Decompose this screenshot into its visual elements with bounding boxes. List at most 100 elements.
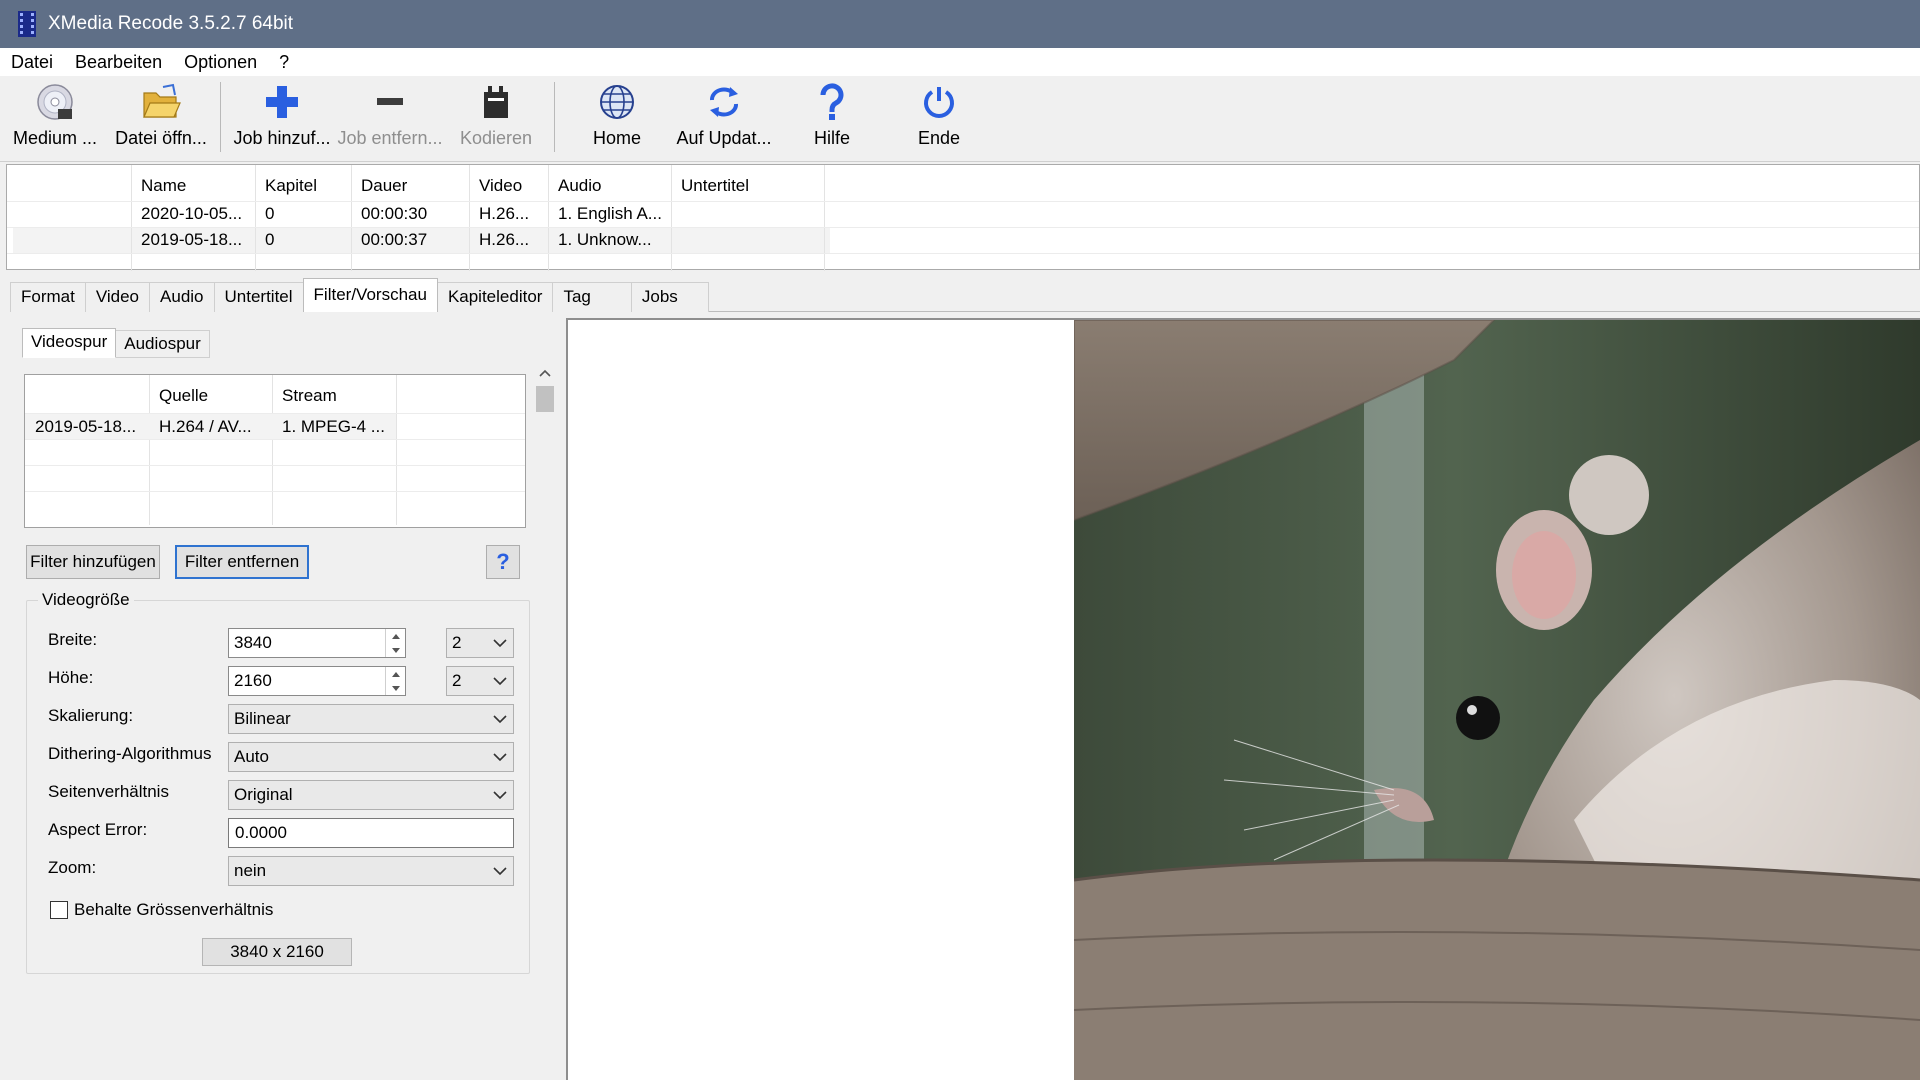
job-row-2-dauer: 00:00:37 <box>361 230 428 249</box>
tab-audio[interactable]: Audio <box>149 282 215 312</box>
add-filter-button[interactable]: Filter hinzufügen <box>26 545 160 579</box>
spin-down-icon[interactable] <box>386 681 405 695</box>
remove-filter-button[interactable]: Filter entfernen <box>175 545 309 579</box>
toolbar-separator <box>220 82 221 152</box>
tab-videospur[interactable]: Videospur <box>22 328 117 358</box>
aspect-error-value: 0.0000 <box>235 823 287 842</box>
filter-help-button[interactable]: ? <box>486 545 520 579</box>
question-icon: ? <box>496 549 510 574</box>
scroll-thumb[interactable] <box>536 386 554 412</box>
tab-kapiteleditor[interactable]: Kapiteleditor <box>436 282 554 312</box>
height-label: Höhe: <box>48 668 94 687</box>
keep-ratio-label: Behalte Grössenverhältnis <box>74 900 274 919</box>
height-spinner[interactable]: 2160 <box>228 666 406 696</box>
chevron-down-icon <box>493 715 507 724</box>
aspect-ratio-select[interactable]: Original <box>228 780 514 810</box>
stream-list[interactable]: Quelle Stream 2019-05-18... H.264 / AV..… <box>24 374 526 528</box>
exit-button[interactable]: Ende <box>886 82 992 158</box>
stream-row-name[interactable]: 2019-05-18... <box>27 414 149 440</box>
chevron-down-icon <box>493 753 507 762</box>
video-preview-image <box>1074 320 1920 1080</box>
height-divisor-value: 2 <box>452 671 462 690</box>
height-divisor-select[interactable]: 2 <box>446 666 514 696</box>
keep-ratio-checkbox[interactable] <box>50 901 68 919</box>
height-value: 2160 <box>234 671 272 690</box>
menu-bearbeiten[interactable]: Bearbeiten <box>64 52 173 73</box>
width-divisor-select[interactable]: 2 <box>446 628 514 658</box>
dithering-value: Auto <box>234 747 269 766</box>
job-row-1-dauer: 00:00:30 <box>361 204 428 223</box>
medium-label: Medium ... <box>12 128 98 148</box>
aspect-error-field[interactable]: 0.0000 <box>228 818 514 848</box>
col-dauer[interactable]: Dauer <box>353 173 407 199</box>
medium-button[interactable]: Medium ... <box>2 82 108 158</box>
col-untertitel[interactable]: Untertitel <box>673 173 749 199</box>
tab-untertitel[interactable]: Untertitel <box>213 282 304 312</box>
scaling-label: Skalierung: <box>48 706 134 725</box>
width-spinner[interactable]: 3840 <box>228 628 406 658</box>
job-row-2-name[interactable]: 2019-05-18... <box>133 227 242 253</box>
remove-job-label: Job entfern... <box>337 128 443 148</box>
col-kapitel[interactable]: Kapitel <box>257 173 317 199</box>
app-film-icon <box>18 11 36 37</box>
tab-tag[interactable]: Tag <box>552 282 632 312</box>
spin-up-icon[interactable] <box>386 629 405 643</box>
job-row-1-video: H.26... <box>479 204 530 223</box>
tab-jobs[interactable]: Jobs <box>630 282 709 312</box>
question-icon <box>820 83 844 120</box>
minus-icon <box>377 98 403 105</box>
menu-bar: Datei Bearbeiten Optionen ? <box>0 48 1920 76</box>
stream-row-quelle: H.264 / AV... <box>159 417 252 436</box>
scroll-up-icon[interactable] <box>534 362 556 384</box>
tab-video[interactable]: Video <box>84 282 151 312</box>
tab-filter-vorschau[interactable]: Filter/Vorschau <box>302 278 438 312</box>
help-button[interactable]: Hilfe <box>779 82 885 158</box>
stream-row-stream: 1. MPEG-4 ... <box>282 417 385 436</box>
title-bar: XMedia Recode 3.5.2.7 64bit <box>0 0 1920 48</box>
menu-datei[interactable]: Datei <box>0 52 64 73</box>
track-tabs: Videospur Audiospur <box>22 328 210 358</box>
update-label: Auf Updat... <box>676 128 772 148</box>
open-file-button[interactable]: Datei öffn... <box>108 82 214 158</box>
chevron-down-icon <box>493 639 507 648</box>
refresh-icon <box>710 87 738 117</box>
zoom-label: Zoom: <box>48 858 97 877</box>
zoom-select[interactable]: nein <box>228 856 514 886</box>
encode-label: Kodieren <box>459 128 533 148</box>
spin-up-icon[interactable] <box>386 667 405 681</box>
col-name[interactable]: Name <box>133 173 186 199</box>
dithering-select[interactable]: Auto <box>228 742 514 772</box>
menu-optionen[interactable]: Optionen <box>173 52 268 73</box>
width-divisor-value: 2 <box>452 633 462 652</box>
job-row-2-video: H.26... <box>479 230 530 249</box>
home-button[interactable]: Home <box>564 82 670 158</box>
remove-job-button[interactable]: Job entfern... <box>337 82 443 158</box>
col-stream[interactable]: Stream <box>274 383 337 409</box>
tab-audiospur[interactable]: Audiospur <box>115 330 210 358</box>
tab-format[interactable]: Format <box>10 282 86 312</box>
filter-panel: Videospur Audiospur Quelle Stream 2019-0… <box>18 318 530 1080</box>
toolbar-separator <box>554 82 555 152</box>
panel-scrollbar[interactable] <box>534 362 556 1080</box>
col-quelle[interactable]: Quelle <box>151 383 208 409</box>
add-job-label: Job hinzuf... <box>233 128 331 148</box>
toolbar: Medium ... Datei öffn... Job hinzuf... J… <box>0 76 1920 162</box>
size-display: 3840 x 2160 <box>202 938 352 966</box>
spin-down-icon[interactable] <box>386 643 405 657</box>
scaling-value: Bilinear <box>234 709 291 728</box>
plus-icon <box>266 86 298 118</box>
job-row-1-name[interactable]: 2020-10-05... <box>133 201 242 227</box>
update-button[interactable]: Auf Updat... <box>671 82 777 158</box>
encode-button[interactable]: Kodieren <box>443 82 549 158</box>
zoom-value: nein <box>234 861 267 880</box>
scaling-select[interactable]: Bilinear <box>228 704 514 734</box>
col-video[interactable]: Video <box>471 173 522 199</box>
job-list[interactable]: Name Kapitel Dauer Video Audio Untertite… <box>6 164 1920 271</box>
exit-label: Ende <box>917 128 961 148</box>
add-job-button[interactable]: Job hinzuf... <box>229 82 335 158</box>
menu-help[interactable]: ? <box>268 52 300 73</box>
job-row-1-kapitel: 0 <box>265 204 275 223</box>
col-audio[interactable]: Audio <box>550 173 601 199</box>
job-row-1-audio: 1. English A... <box>558 204 662 223</box>
window-title: XMedia Recode 3.5.2.7 64bit <box>48 13 294 34</box>
